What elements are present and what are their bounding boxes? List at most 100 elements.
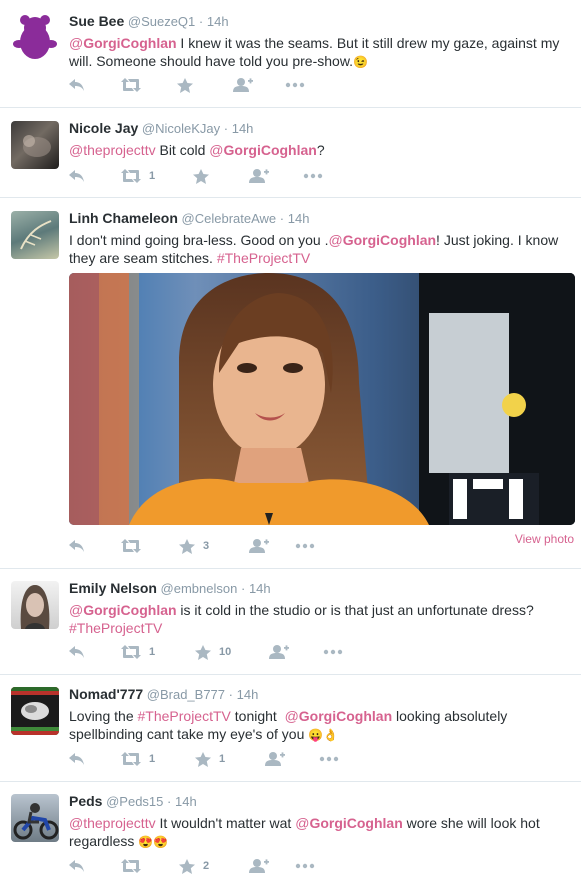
tweet[interactable]: Peds @Peds15 · 14h @theprojecttv It woul… [0, 783, 581, 881]
tweet-actions: 3 [69, 537, 315, 555]
retweet-button[interactable]: 1 [121, 169, 193, 183]
author-name[interactable]: Linh Chameleon [69, 210, 178, 226]
avatar[interactable] [11, 794, 59, 842]
follow-button[interactable] [249, 539, 295, 553]
view-photo-link[interactable]: View photo [515, 532, 574, 546]
reply-button[interactable] [69, 79, 121, 91]
favorite-button[interactable]: 3 [179, 538, 249, 554]
timestamp[interactable]: 14h [249, 581, 271, 596]
reply-button[interactable] [69, 646, 121, 658]
reply-button[interactable] [69, 540, 121, 552]
tweet[interactable]: Sue Bee @SuezeQ1 · 14h @GorgiCoghlan I k… [0, 0, 581, 108]
follow-button[interactable] [233, 78, 285, 92]
author-name[interactable]: Nomad'777 [69, 686, 143, 702]
more-button[interactable] [285, 82, 305, 88]
favorite-button[interactable]: 2 [179, 858, 249, 874]
mention-link[interactable]: @GorgiCoghlan [69, 35, 177, 51]
author-name[interactable]: Sue Bee [69, 13, 124, 29]
favorite-count: 3 [203, 540, 210, 552]
mention-link[interactable]: @GorgiCoghlan [329, 232, 437, 248]
more-button[interactable] [319, 756, 339, 762]
mention-link[interactable]: @GorgiCoghlan [69, 602, 177, 618]
timestamp[interactable]: 14h [237, 687, 259, 702]
tweet[interactable]: Nomad'777 @Brad_B777 · 14h Loving the #T… [0, 676, 581, 782]
retweet-button[interactable] [121, 78, 177, 92]
more-button[interactable] [295, 543, 315, 549]
more-button[interactable] [303, 173, 323, 179]
mention-link[interactable]: @theprojecttv [69, 142, 156, 158]
author-handle[interactable]: @CelebrateAwe [182, 211, 277, 226]
mention-link[interactable]: @GorgiCoghlan [295, 815, 403, 831]
retweet-button[interactable] [121, 859, 179, 873]
more-button[interactable] [323, 649, 343, 655]
avatar[interactable] [11, 687, 59, 735]
favorite-count: 1 [219, 753, 226, 765]
timestamp[interactable]: 14h [207, 14, 229, 29]
tweet-photo[interactable] [69, 273, 575, 525]
tweet-actions: 1 [69, 167, 323, 185]
separator-dot: · [223, 121, 229, 136]
tweet-feed: Sue Bee @SuezeQ1 · 14h @GorgiCoghlan I k… [0, 0, 581, 874]
follow-button[interactable] [249, 169, 303, 183]
timestamp[interactable]: 14h [288, 211, 310, 226]
avatar[interactable] [11, 121, 59, 169]
timestamp[interactable]: 14h [232, 121, 254, 136]
tweet[interactable]: Emily Nelson @embnelson · 14h @GorgiCogh… [0, 570, 581, 675]
author-name[interactable]: Emily Nelson [69, 580, 157, 596]
author-name[interactable]: Nicole Jay [69, 120, 138, 136]
tweet-text: @GorgiCoghlan I knew it was the seams. B… [69, 35, 560, 69]
favorite-button[interactable] [193, 168, 249, 184]
mention-link[interactable]: @theprojecttv [69, 815, 156, 831]
favorite-button[interactable] [177, 77, 233, 93]
retweet-button[interactable]: 1 [121, 645, 195, 659]
tweet-text: @theprojecttv It wouldn't matter wat @Go… [69, 815, 540, 849]
emoji: 😛👌 [308, 728, 339, 742]
reply-button[interactable] [69, 170, 121, 182]
tweet-actions: 2 [69, 857, 315, 875]
author-handle[interactable]: @SuezeQ1 [128, 14, 195, 29]
tweet-text: Loving the #TheProjectTV tonight @GorgiC… [69, 708, 508, 742]
tweet[interactable]: Linh Chameleon @CelebrateAwe · 14h I don… [0, 199, 581, 569]
mention-link[interactable]: @GorgiCoghlan [285, 708, 393, 724]
hashtag-link[interactable]: #TheProjectTV [217, 250, 310, 266]
separator-dot: · [228, 687, 233, 702]
mention-link[interactable]: @GorgiCoghlan [209, 142, 317, 158]
separator-dot: · [279, 211, 285, 226]
author-handle[interactable]: @Peds15 [106, 794, 163, 809]
tweet-actions: 1 1 [69, 750, 339, 768]
tweet-text: I don't mind going bra-less. Good on you… [69, 232, 559, 266]
follow-button[interactable] [269, 645, 323, 659]
more-button[interactable] [295, 863, 315, 869]
hashtag-link[interactable]: #TheProjectTV [69, 620, 162, 636]
tweet-text: @GorgiCoghlan is it cold in the studio o… [69, 602, 534, 636]
tweet-text: @theprojecttv Bit cold @GorgiCoghlan? [69, 142, 325, 158]
hashtag-link[interactable]: #TheProjectTV [138, 708, 231, 724]
retweet-count: 1 [149, 646, 156, 658]
tweet-actions: 1 10 [69, 643, 343, 661]
tweet[interactable]: Nicole Jay @NicoleKJay · 14h @theproject… [0, 109, 581, 198]
emoji: 😍😍 [138, 835, 169, 849]
favorite-button[interactable]: 10 [195, 644, 269, 660]
retweet-button[interactable]: 1 [121, 752, 195, 766]
separator-dot: · [198, 14, 204, 29]
follow-button[interactable] [265, 752, 319, 766]
reply-button[interactable] [69, 753, 121, 765]
author-name[interactable]: Peds [69, 793, 102, 809]
favorite-button[interactable]: 1 [195, 751, 265, 767]
avatar[interactable] [11, 581, 59, 629]
avatar[interactable] [11, 14, 59, 62]
tweet-actions [69, 76, 305, 94]
avatar[interactable] [11, 211, 59, 259]
retweet-count: 1 [149, 170, 156, 182]
favorite-count: 10 [219, 646, 232, 658]
emoji: 😉 [353, 55, 369, 69]
author-handle[interactable]: @embnelson [161, 581, 238, 596]
timestamp[interactable]: 14h [175, 794, 197, 809]
retweet-button[interactable] [121, 539, 179, 553]
follow-button[interactable] [249, 859, 295, 873]
favorite-count: 2 [203, 860, 210, 872]
author-handle[interactable]: @Brad_B777 [147, 687, 225, 702]
separator-dot: · [240, 581, 246, 596]
author-handle[interactable]: @NicoleKJay [142, 121, 220, 136]
reply-button[interactable] [69, 860, 121, 872]
